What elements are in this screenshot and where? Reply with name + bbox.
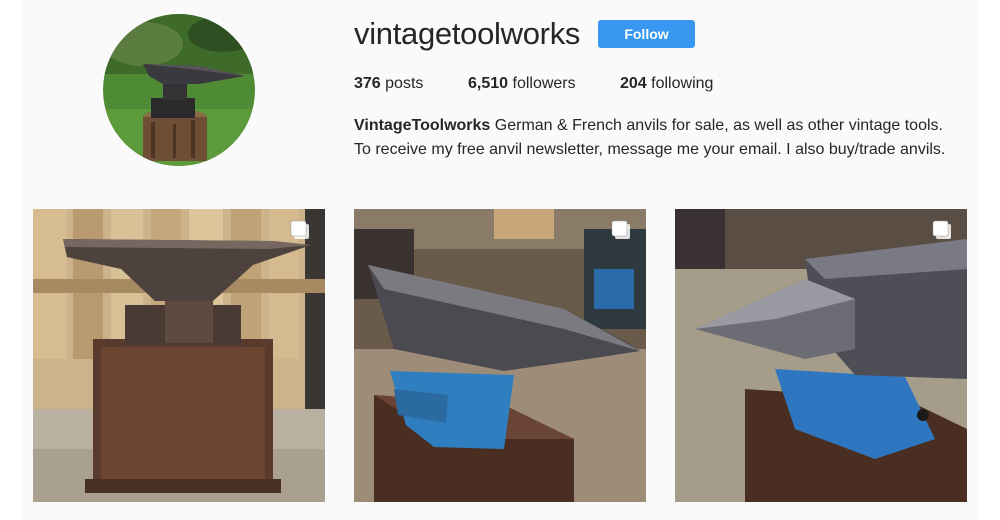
followers-stat[interactable]: 6,510 followers — [468, 74, 576, 94]
following-count: 204 — [620, 75, 647, 92]
post-thumbnail-3[interactable] — [675, 209, 967, 502]
carousel-icon — [611, 220, 630, 239]
bio-line-1: VintageToolworks German & French anvils … — [354, 114, 974, 138]
profile-username: vintagetoolworks — [354, 16, 581, 51]
carousel-icon — [932, 220, 951, 239]
posts-stat: 376 posts — [354, 74, 423, 94]
bio-full-name: VintageToolworks — [354, 117, 491, 134]
post-thumbnail-2[interactable] — [354, 209, 646, 502]
bio-text-line-1: German & French anvils for sale, as well… — [490, 117, 943, 134]
profile-avatar[interactable] — [103, 14, 255, 166]
carousel-icon — [290, 220, 309, 239]
blue-anvil-horn-left-photo — [675, 209, 967, 502]
bio-text-line-2: To receive my free anvil newsletter, mes… — [354, 141, 946, 158]
posts-label: posts — [385, 75, 424, 92]
follow-button[interactable]: Follow — [598, 20, 695, 48]
profile-bio: VintageToolworks German & French anvils … — [354, 114, 974, 162]
posts-count: 376 — [354, 75, 381, 92]
blue-anvil-horn-right-photo — [354, 209, 646, 502]
followers-label: followers — [512, 75, 576, 92]
anvil-avatar-image — [103, 14, 255, 166]
post-thumbnail-1[interactable] — [33, 209, 325, 502]
following-stat[interactable]: 204 following — [620, 74, 713, 94]
following-label: following — [651, 75, 714, 92]
anvil-on-wooden-base-photo — [33, 209, 325, 502]
followers-count: 6,510 — [468, 75, 509, 92]
